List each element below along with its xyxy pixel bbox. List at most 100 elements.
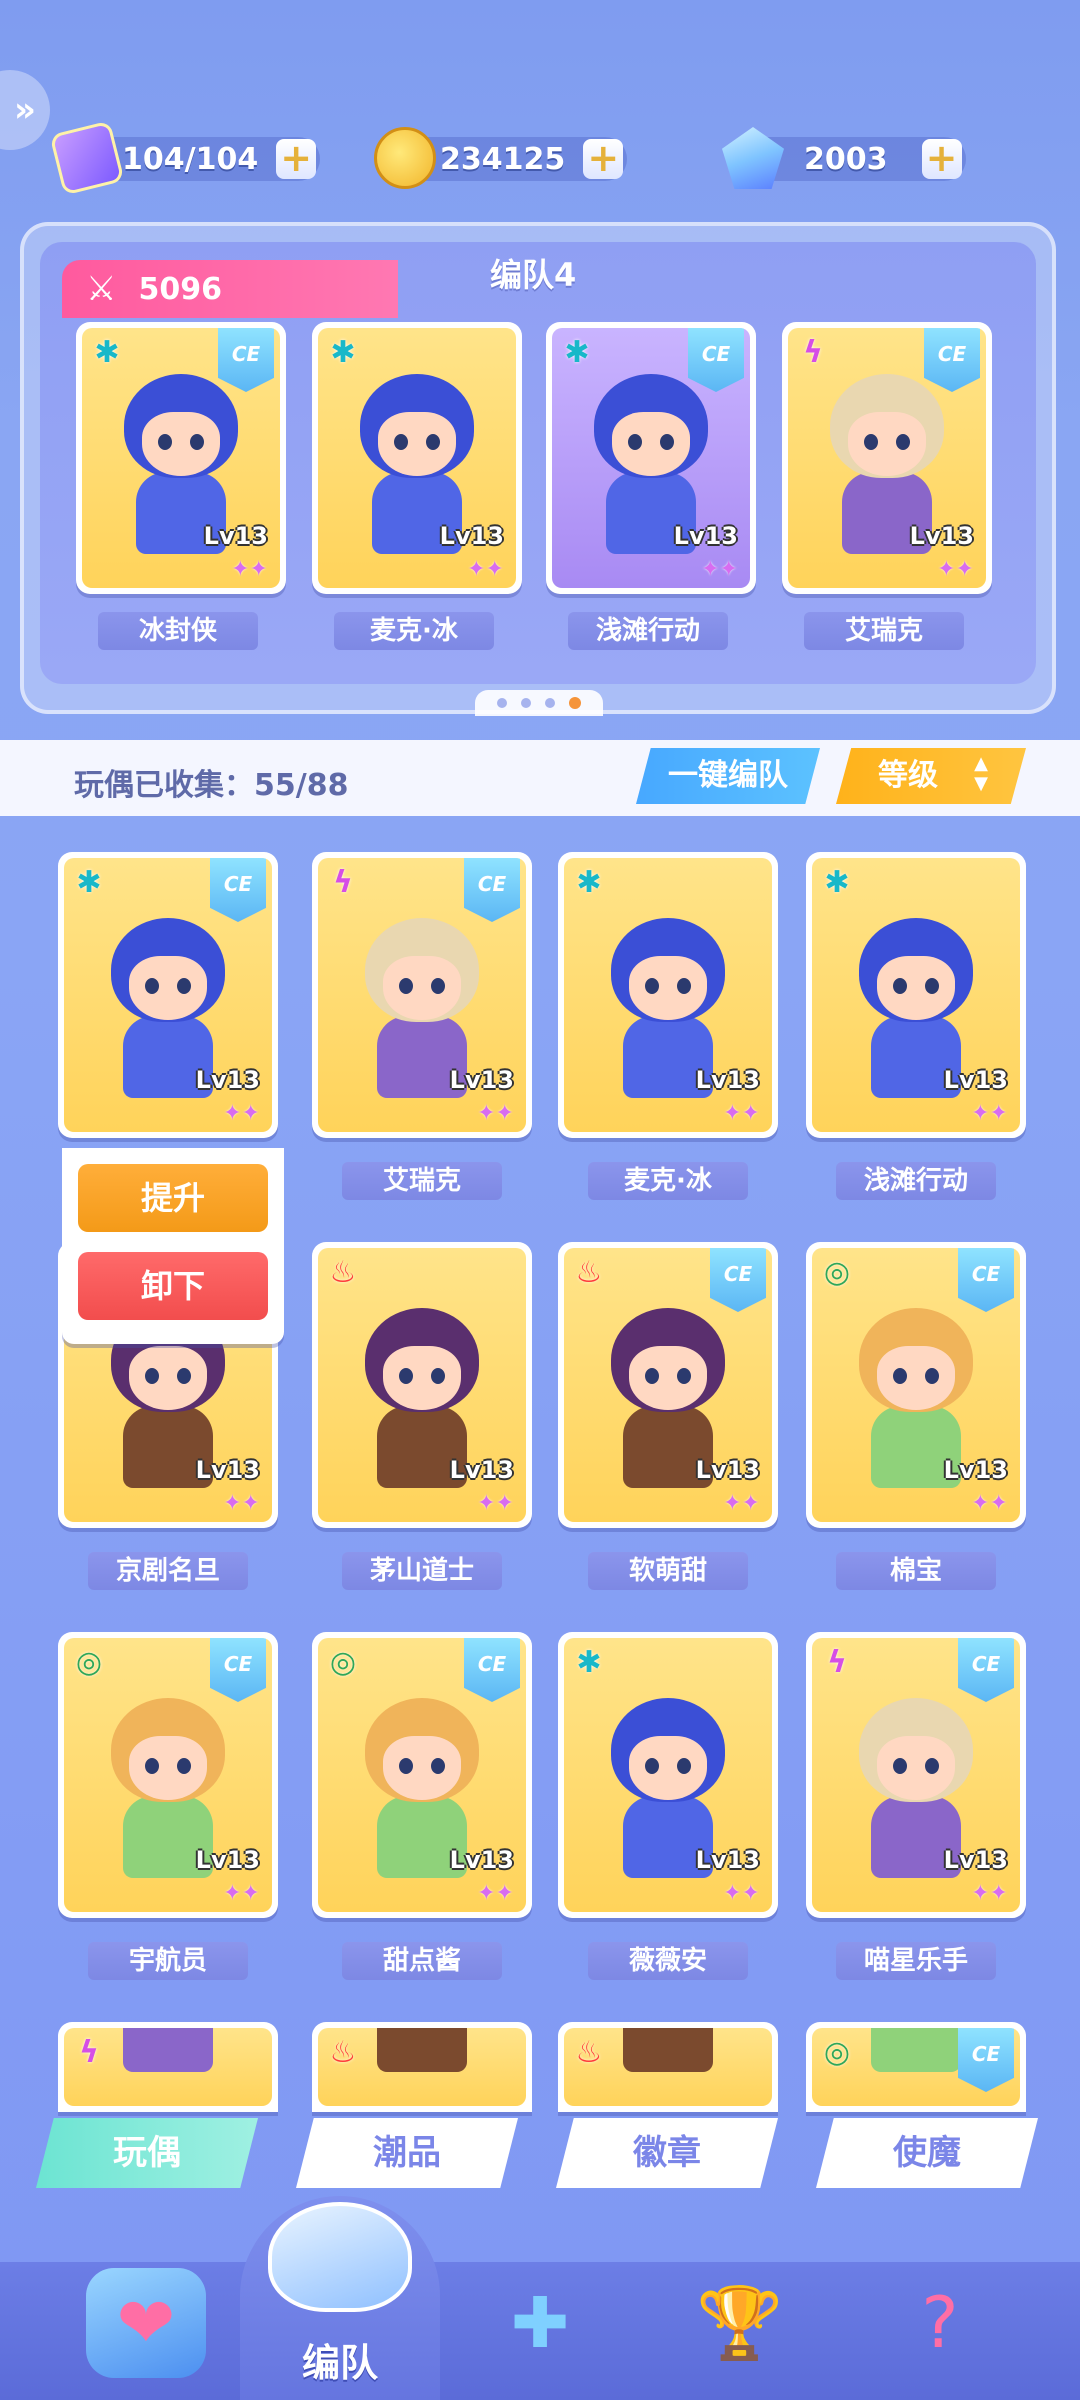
doll-portrait: ◎ CE xyxy=(812,2028,1020,2106)
doll-card[interactable]: ✱ Lv13 ✦✦ xyxy=(558,1632,778,1918)
doll-card[interactable]: ϟ CE Lv13 ✦✦ xyxy=(312,852,532,1138)
star-rank-icon: ✦✦ xyxy=(723,1881,760,1906)
ce-crown-badge: CE xyxy=(958,2028,1014,2092)
doll-name-plate: 麦克·冰 xyxy=(334,612,494,650)
wind-element-icon: ◎ xyxy=(329,1645,357,1680)
doll-card[interactable]: ✱ CE Lv13 ✦✦ xyxy=(58,852,278,1138)
tab-trendy[interactable]: 潮品 xyxy=(296,2118,518,2188)
side-menu-toggle[interactable]: » xyxy=(0,70,50,150)
add-energy-button[interactable]: + xyxy=(276,139,317,179)
doll-name-plate: 艾瑞克 xyxy=(804,612,964,650)
doll-portrait: ϟ CE Lv13 ✦✦ xyxy=(318,858,526,1132)
energy-ticket-icon xyxy=(49,120,125,196)
ice-element-icon: ✱ xyxy=(824,865,850,900)
ice-element-icon: ✱ xyxy=(94,335,120,370)
coin-icon xyxy=(374,127,436,189)
doll-portrait: ♨ xyxy=(318,2028,526,2106)
tab-familiars[interactable]: 使魔 xyxy=(816,2118,1038,2188)
doll-card[interactable]: ✱ Lv13 ✦✦ xyxy=(558,852,778,1138)
star-rank-icon: ✦✦ xyxy=(223,1491,260,1516)
ice-element-icon: ✱ xyxy=(564,335,590,370)
collection-count: 玩偶已收集：55/88 xyxy=(74,768,349,803)
double-chevron-icon: » xyxy=(14,90,36,130)
crossed-swords-icon: ⚔ xyxy=(86,269,117,309)
doll-card[interactable]: ϟ xyxy=(58,2022,278,2112)
collection-bar: 玩偶已收集：55/88 一键编队 等级 ▲ ▼ xyxy=(0,740,1080,816)
doll-portrait: ◎ CE Lv13 ✦✦ xyxy=(64,1638,272,1912)
coin-counter: 234125 + xyxy=(374,127,628,190)
doll-level: Lv13 xyxy=(439,522,504,550)
doll-card[interactable]: ♨ xyxy=(558,2022,778,2112)
team-page-indicator[interactable] xyxy=(475,690,603,716)
doll-name-plate: 甜点酱 xyxy=(342,1942,502,1980)
doll-card[interactable]: ◎ CE xyxy=(806,2022,1026,2112)
star-rank-icon: ✦✦ xyxy=(477,1881,514,1906)
ice-element-icon: ✱ xyxy=(576,865,602,900)
unequip-button[interactable]: 卸下 xyxy=(78,1252,268,1320)
doll-name-plate: 软萌甜 xyxy=(588,1552,748,1590)
star-rank-icon: ✦✦ xyxy=(467,557,504,582)
doll-portrait: ✱ Lv13 ✦✦ xyxy=(812,858,1020,1132)
page-dot[interactable] xyxy=(497,698,507,708)
doll-portrait: ✱ Lv13 ✦✦ xyxy=(318,328,516,588)
star-rank-icon: ✦✦ xyxy=(937,557,974,582)
doll-figure xyxy=(93,2028,243,2072)
trophy-icon[interactable]: 🏆 xyxy=(680,2268,800,2378)
star-rank-icon: ✦✦ xyxy=(231,557,268,582)
doll-portrait: ✱ CE Lv13 ✦✦ xyxy=(64,858,272,1132)
star-rank-icon: ✦✦ xyxy=(477,1101,514,1126)
doll-card[interactable]: ◎ CE Lv13 ✦✦ xyxy=(806,1242,1026,1528)
gem-counter: 2003 + xyxy=(722,127,966,190)
add-gem-button[interactable]: + xyxy=(921,139,962,179)
doll-card[interactable]: ϟ CE Lv13 ✦✦ xyxy=(782,322,992,594)
doll-portrait: ✱ CE Lv13 ✦✦ xyxy=(552,328,750,588)
sort-level-button[interactable]: 等级 ▲ ▼ xyxy=(836,748,1026,804)
doll-level: Lv13 xyxy=(449,1456,514,1484)
auto-formation-button[interactable]: 一键编队 xyxy=(636,748,820,804)
doll-action-popup: 提升 卸下 xyxy=(62,1148,284,1344)
gem-icon xyxy=(722,127,784,189)
doll-portrait: ◎ CE Lv13 ✦✦ xyxy=(812,1248,1020,1522)
doll-card[interactable]: ϟ CE Lv13 ✦✦ xyxy=(806,1632,1026,1918)
page-dot-active[interactable] xyxy=(569,697,581,709)
doll-name-plate: 茅山道士 xyxy=(342,1552,502,1590)
page-dot[interactable] xyxy=(545,698,555,708)
doll-level: Lv13 xyxy=(695,1066,760,1094)
upgrade-button[interactable]: 提升 xyxy=(78,1164,268,1232)
doll-card[interactable]: ♨ xyxy=(312,2022,532,2112)
doll-level: Lv13 xyxy=(943,1066,1008,1094)
doll-level: Lv13 xyxy=(695,1456,760,1484)
doll-card[interactable]: ✱ Lv13 ✦✦ xyxy=(312,322,522,594)
page-dot[interactable] xyxy=(521,698,531,708)
home-icon[interactable]: ❤ xyxy=(86,2268,206,2378)
tab-dolls[interactable]: 玩偶 xyxy=(36,2118,258,2188)
wind-element-icon: ◎ xyxy=(823,1255,851,1290)
mystery-machine-icon[interactable]: ? xyxy=(880,2268,1000,2378)
star-rank-icon: ✦✦ xyxy=(971,1881,1008,1906)
doll-figure xyxy=(347,2028,497,2072)
doll-card[interactable]: ♨ Lv13 ✦✦ xyxy=(312,1242,532,1528)
doll-portrait: ♨ Lv13 ✦✦ xyxy=(318,1248,526,1522)
puzzle-icon[interactable]: ✚ xyxy=(480,2268,600,2378)
bolt-element-icon: ϟ xyxy=(827,1645,847,1680)
doll-level: Lv13 xyxy=(909,522,974,550)
doll-level: Lv13 xyxy=(195,1066,260,1094)
doll-card[interactable]: ✱ CE Lv13 ✦✦ xyxy=(76,322,286,594)
doll-card[interactable]: ◎ CE Lv13 ✦✦ xyxy=(58,1632,278,1918)
doll-card[interactable]: ✱ CE Lv13 ✦✦ xyxy=(546,322,756,594)
fire-element-icon: ♨ xyxy=(575,2035,603,2070)
team-power-value: 5096 xyxy=(138,271,222,307)
add-coin-button[interactable]: + xyxy=(583,139,624,179)
fire-element-icon: ♨ xyxy=(575,1255,603,1290)
star-rank-icon: ✦✦ xyxy=(971,1491,1008,1516)
doll-card[interactable]: ♨ CE Lv13 ✦✦ xyxy=(558,1242,778,1528)
doll-card[interactable]: ✱ Lv13 ✦✦ xyxy=(806,852,1026,1138)
doll-portrait: ϟ xyxy=(64,2028,272,2106)
doll-card[interactable]: ◎ CE Lv13 ✦✦ xyxy=(312,1632,532,1918)
doll-portrait: ♨ CE Lv13 ✦✦ xyxy=(564,1248,772,1522)
ice-element-icon: ✱ xyxy=(330,335,356,370)
doll-figure xyxy=(593,2028,743,2072)
tab-badges[interactable]: 徽章 xyxy=(556,2118,778,2188)
energy-value: 104/104 xyxy=(122,141,259,177)
nav-formation[interactable]: 编队 xyxy=(240,2196,440,2400)
